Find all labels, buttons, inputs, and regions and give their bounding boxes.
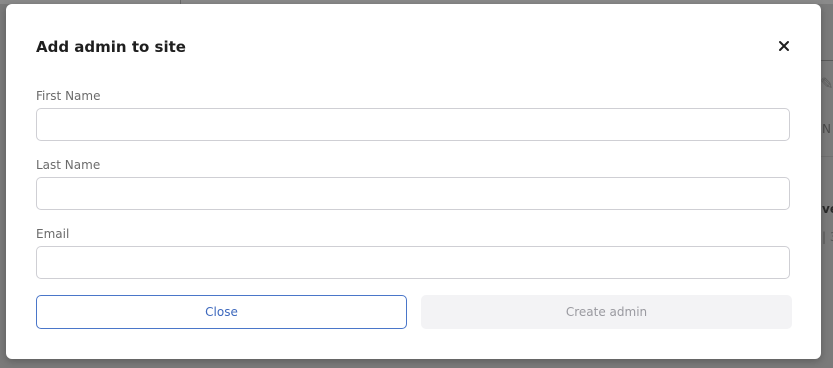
- first-name-label: First Name: [36, 89, 101, 103]
- background-divider: [821, 156, 833, 157]
- create-admin-button[interactable]: Create admin: [421, 295, 792, 329]
- first-name-input[interactable]: [36, 108, 790, 141]
- close-button[interactable]: Close: [36, 295, 407, 329]
- last-name-label: Last Name: [36, 158, 101, 172]
- background-text: | 3: [822, 230, 833, 244]
- add-admin-modal: Add admin to site First Name Last Name E…: [6, 4, 821, 359]
- background-divider: [821, 60, 833, 61]
- background-text: ve: [822, 202, 833, 216]
- close-icon: [777, 39, 793, 53]
- modal-close-button[interactable]: [777, 37, 793, 55]
- email-input[interactable]: [36, 246, 790, 279]
- email-label: Email: [36, 227, 70, 241]
- last-name-input[interactable]: [36, 177, 790, 210]
- background-text: N: [822, 122, 831, 136]
- modal-title: Add admin to site: [36, 38, 186, 56]
- edit-icon: ✎: [820, 74, 833, 93]
